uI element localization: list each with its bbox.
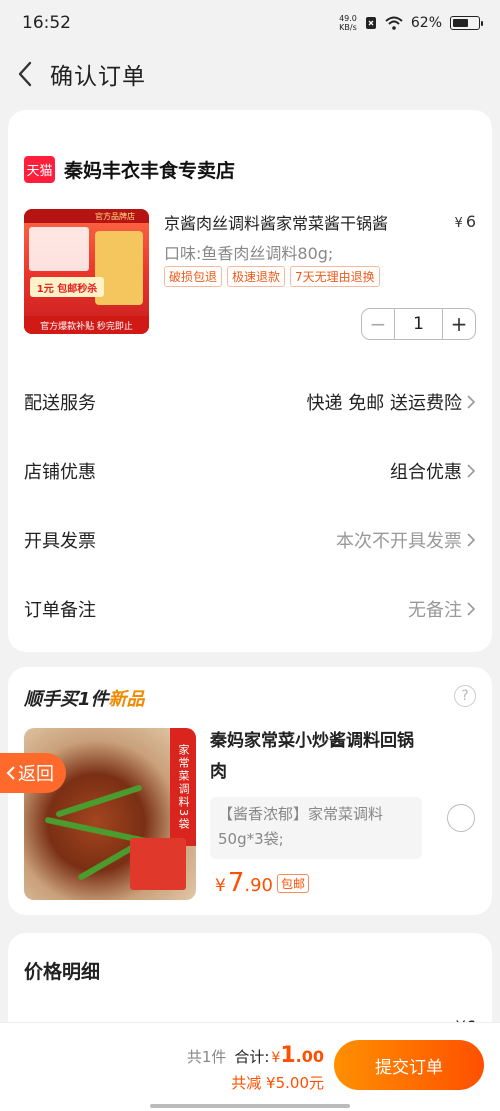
- chevron-right-icon: [467, 395, 476, 409]
- battery-icon: [450, 16, 483, 30]
- product-image[interactable]: 官方品牌店 1元 包邮秒杀 官方爆款补贴 秒完即止: [24, 209, 149, 334]
- home-indicator[interactable]: [150, 1104, 350, 1108]
- chevron-left-icon: [18, 61, 32, 87]
- quantity-value[interactable]: 1: [394, 309, 443, 339]
- product-price: ¥6: [455, 212, 476, 231]
- delivery-value-wrap: 快递 免邮 送运费险: [307, 389, 476, 415]
- net-speed-value: 49.0: [339, 14, 357, 23]
- invoice-value: 本次不开具发票: [336, 531, 462, 552]
- order-card: 天猫 秦妈丰衣丰食专卖店 官方品牌店 1元 包邮秒杀 官方爆款补贴 秒完即止 京…: [8, 110, 492, 652]
- addon-title[interactable]: 秦妈家常菜小炒酱调料回锅肉: [210, 726, 420, 788]
- delivery-row[interactable]: 配送服务 快递 免邮 送运费险: [24, 382, 476, 422]
- total-amount: 1: [280, 1043, 296, 1068]
- battery-percent: 62%: [410, 15, 442, 31]
- product-tags: 破损包退 极速退款 7天无理由退换: [164, 266, 380, 287]
- addon-heading: 顺手买1件新品: [24, 685, 145, 711]
- increase-quantity-button[interactable]: +: [443, 309, 475, 339]
- quantity-stepper: − 1 +: [361, 308, 476, 340]
- total-amount-decimal: .00: [295, 1047, 324, 1066]
- checkout-bar: 共1件 合计: ¥ 1 .00 共减 ¥5.00元 提交订单: [0, 1022, 500, 1111]
- back-button[interactable]: [0, 46, 50, 102]
- delivery-value: 快递 免邮 送运费险: [306, 393, 462, 414]
- addon-price-int: 7: [227, 868, 245, 898]
- addon-heading-text: 顺手买1件: [24, 689, 109, 710]
- product-image-info-panel: [29, 227, 89, 271]
- help-icon[interactable]: ?: [454, 685, 476, 707]
- addon-price-currency: ¥: [215, 876, 226, 896]
- store-discount-value: 组合优惠: [390, 462, 462, 483]
- return-button-label: 返回: [18, 764, 54, 785]
- net-speed: 49.0 KB/s: [339, 14, 357, 32]
- store-discount-value-wrap: 组合优惠: [390, 458, 476, 484]
- product-price-currency: ¥: [454, 216, 463, 231]
- product-image-promo: 1元 包邮秒杀: [30, 277, 104, 297]
- order-note-value: 无备注: [408, 600, 462, 621]
- submit-order-button[interactable]: 提交订单: [334, 1040, 484, 1090]
- addon-spec[interactable]: 【酱香浓郁】家常菜调料50g*3袋;: [210, 797, 422, 859]
- delivery-label: 配送服务: [24, 393, 96, 414]
- price-detail-heading: 价格明细: [24, 961, 101, 983]
- product-tag: 极速退款: [227, 266, 286, 287]
- store-discount-label: 店铺优惠: [24, 462, 96, 483]
- store-header[interactable]: 天猫 秦妈丰衣丰食专卖店: [24, 156, 235, 183]
- store-name: 秦妈丰衣丰食专卖店: [64, 160, 236, 182]
- total-label: 合计:: [234, 1048, 270, 1066]
- invoice-value-wrap: 本次不开具发票: [336, 527, 476, 553]
- image-detail: [55, 784, 143, 818]
- chevron-right-icon: [467, 602, 476, 616]
- addon-card: 顺手买1件新品 ? 家常菜调料3袋 秦妈家常菜小炒酱调料回锅肉 【酱香浓郁】家常…: [8, 667, 492, 915]
- product-spec[interactable]: 口味:鱼香肉丝调料80g;: [164, 240, 333, 264]
- product-tag: 7天无理由退换: [290, 266, 380, 287]
- nav-bar: 确认订单: [0, 46, 500, 102]
- chevron-left-icon: [6, 766, 15, 780]
- invoice-row[interactable]: 开具发票 本次不开具发票: [24, 520, 476, 560]
- free-shipping-badge: 包邮: [277, 874, 310, 893]
- chevron-right-icon: [467, 533, 476, 547]
- addon-price-dec: .90: [244, 875, 274, 896]
- addon-heading-new: 新品: [108, 689, 145, 710]
- wifi-icon: [385, 16, 403, 30]
- status-bar: 16:52 49.0 KB/s 62%: [0, 0, 500, 46]
- status-icons: 49.0 KB/s 62%: [339, 14, 483, 32]
- total-line: 共1件 合计: ¥ 1 .00: [187, 1043, 324, 1068]
- addon-price: ¥ 7 .90 包邮: [215, 868, 310, 898]
- chevron-right-icon: [467, 464, 476, 478]
- addon-image-sideband: 家常菜调料3袋: [170, 728, 196, 846]
- invoice-label: 开具发票: [24, 531, 96, 552]
- status-time: 16:52: [22, 13, 71, 33]
- return-button[interactable]: 返回: [0, 753, 66, 793]
- page-title: 确认订单: [50, 64, 146, 90]
- battery-fill: [453, 19, 468, 27]
- addon-image-packs: [130, 838, 186, 890]
- store-discount-row[interactable]: 店铺优惠 组合优惠: [24, 451, 476, 491]
- product-title[interactable]: 京酱肉丝调料酱家常菜酱干锅酱: [164, 210, 426, 234]
- product-image-topline: 官方品牌店: [24, 209, 149, 223]
- saved-amount: 共减 ¥5.00元: [231, 1074, 324, 1092]
- product-tag: 破损包退: [164, 266, 223, 287]
- item-count: 共1件: [186, 1048, 227, 1066]
- tmall-logo: 天猫: [24, 156, 55, 183]
- sim-icon: [365, 17, 376, 29]
- order-note-label: 订单备注: [24, 600, 96, 621]
- order-note-value-wrap: 无备注: [408, 596, 476, 622]
- order-note-row[interactable]: 订单备注 无备注: [24, 589, 476, 629]
- addon-select-radio[interactable]: [447, 804, 475, 832]
- net-speed-unit: KB/s: [339, 23, 357, 32]
- decrease-quantity-button[interactable]: −: [362, 309, 394, 339]
- total-currency: ¥: [271, 1050, 281, 1066]
- product-price-value: 6: [465, 212, 476, 231]
- product-image-banner: 官方爆款补贴 秒完即止: [24, 316, 149, 334]
